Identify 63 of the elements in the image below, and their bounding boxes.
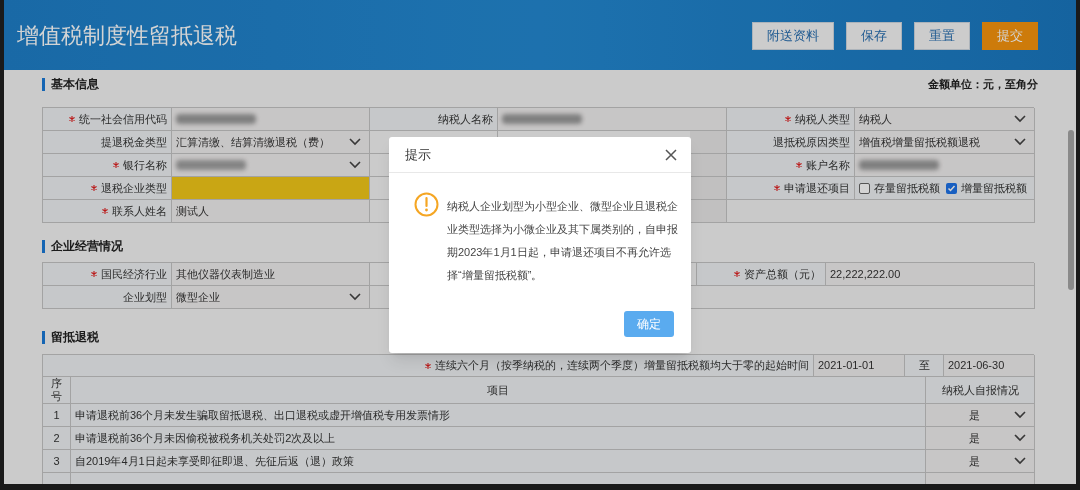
toolbar-button[interactable]: 保存 [846, 22, 902, 50]
field-label: 资产总额（元） [744, 266, 821, 282]
column-header: 项目 [71, 377, 926, 404]
field-label: 联系人姓名 [112, 203, 167, 219]
toolbar-button[interactable]: 重置 [914, 22, 970, 50]
warning-icon [414, 192, 439, 217]
date-field[interactable]: 2021-01-01 [814, 355, 905, 377]
field-value: 22,222,222.00 [826, 263, 1035, 286]
table-cell: 自2019年4月1日起未享受即征即退、先征后返（退）政策 [71, 450, 926, 473]
required-field[interactable] [172, 177, 370, 200]
date-field[interactable]: 2021-06-30 [944, 355, 1035, 377]
select-field[interactable]: 是 [926, 427, 1035, 450]
chevron-down-icon [1014, 411, 1026, 419]
field-label: 统一社会信用代码 [79, 111, 167, 127]
select-field[interactable]: 汇算清缴、结算清缴退税（费） [172, 131, 370, 154]
chevron-down-icon [1014, 138, 1026, 146]
chevron-down-icon [349, 161, 361, 169]
chevron-down-icon [349, 293, 361, 301]
toolbar-button[interactable]: 附送资料 [752, 22, 834, 50]
table-cell: 申请退税前36个月未因偷税被税务机关处罚2次及以上 [71, 427, 926, 450]
select-field[interactable]: 纳税人 [855, 108, 1035, 131]
field-label: 退税企业类型 [101, 180, 167, 196]
section-title: 留抵退税 [51, 329, 99, 346]
unit-note: 金额单位：元，至角分 [928, 76, 1038, 92]
field-label: 纳税人类型 [795, 111, 850, 127]
checkbox-icon [859, 182, 870, 194]
row-number: 2 [43, 427, 71, 450]
row-number: 3 [43, 450, 71, 473]
chevron-down-icon [1014, 115, 1026, 123]
row-number: 1 [43, 404, 71, 427]
field-label: 申请退还项目 [784, 180, 850, 196]
dialog-message: 纳税人企业划型为小型企业、微型企业且退税企业类型选择为小微企业及其下属类别的，自申报期2023年1月1日起，申请退还项目不再允许选择“增量留抵税额”。 [447, 199, 679, 283]
field-label: 退抵税原因类型 [773, 134, 850, 150]
field-value: 测试人 [172, 200, 370, 223]
column-header: 序号 [43, 377, 71, 404]
section-title: 企业经营情况 [51, 238, 123, 255]
select-field[interactable]: 是 [926, 450, 1035, 473]
page-title: 增值税制度性留抵退税 [17, 21, 237, 50]
table-cell: 申请退税前36个月未发生骗取留抵退税、出口退税或虚开增值税专用发票情形 [71, 404, 926, 427]
scrollbar[interactable] [1068, 130, 1074, 290]
column-header: 纳税人自报情况 [926, 377, 1035, 404]
checkbox-icon [946, 182, 957, 194]
field-label: 企业划型 [123, 289, 167, 305]
chevron-down-icon [1014, 434, 1026, 442]
field-label: 账户名称 [806, 157, 850, 173]
checkbox[interactable]: 增量留抵税额 [946, 179, 1027, 197]
dialog-title: 提示 [405, 145, 431, 164]
select-field[interactable]: 增值税增量留抵税额退税 [855, 131, 1035, 154]
field-label: 纳税人名称 [438, 111, 493, 127]
chevron-down-icon [349, 138, 361, 146]
field-value: 其他仪器仪表制造业 [172, 263, 370, 286]
select-field[interactable] [172, 154, 370, 177]
range-separator: 至 [905, 355, 944, 377]
field-label: 银行名称 [123, 157, 167, 173]
select-field[interactable]: 是 [926, 404, 1035, 427]
field-label: 提退税金类型 [101, 134, 167, 150]
chevron-down-icon [1014, 457, 1026, 465]
section-title: 基本信息 [51, 76, 99, 93]
close-button[interactable] [663, 146, 679, 163]
select-field[interactable]: 微型企业 [172, 286, 370, 309]
field-label: 国民经济行业 [101, 266, 167, 282]
checkbox[interactable]: 存量留抵税额 [859, 179, 940, 197]
period-label: 连续六个月（按季纳税的，连续两个季度）增量留抵税额均大于零的起始时间 [435, 358, 809, 374]
